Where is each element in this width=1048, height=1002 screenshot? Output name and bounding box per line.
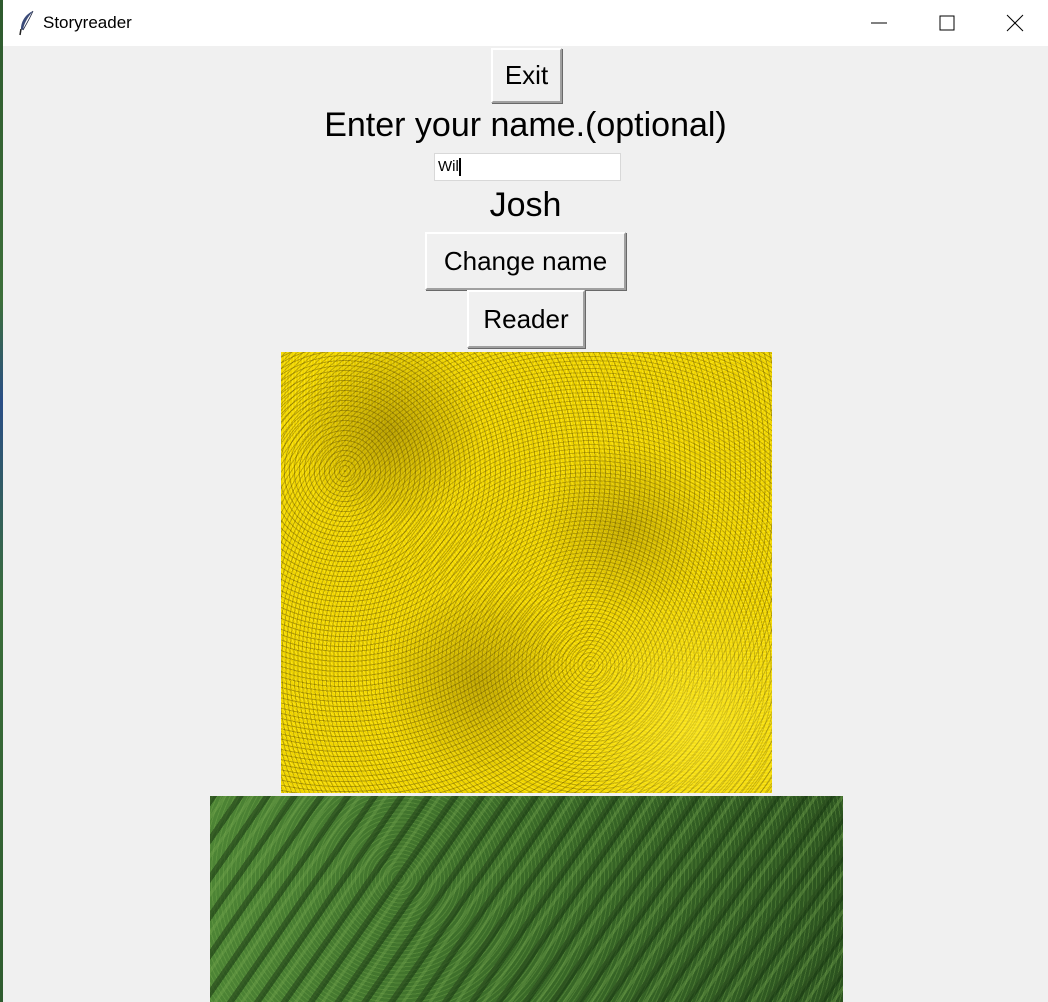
green-field-image (210, 796, 843, 1002)
minimize-button[interactable] (845, 0, 913, 46)
window-title: Storyreader (43, 13, 132, 32)
title-bar[interactable]: Storyreader (3, 0, 1048, 46)
current-name-label: Josh (489, 186, 562, 224)
exit-button[interactable]: Exit (491, 48, 562, 103)
name-prompt-label: Enter your name.(optional) (324, 106, 727, 144)
name-input[interactable]: Wil (434, 153, 621, 181)
app-content: Exit Enter your name.(optional) Wil Josh… (3, 46, 1048, 1002)
change-name-button[interactable]: Change name (425, 232, 626, 290)
maximize-icon (939, 15, 955, 31)
feather-icon (18, 10, 36, 36)
text-caret (458, 158, 461, 176)
reader-button[interactable]: Reader (467, 290, 585, 348)
name-input-value: Wil (438, 158, 459, 175)
yellow-field-image (281, 352, 772, 793)
maximize-button[interactable] (913, 0, 981, 46)
minimize-icon (871, 22, 887, 24)
close-icon (1006, 14, 1024, 32)
close-button[interactable] (981, 0, 1048, 46)
